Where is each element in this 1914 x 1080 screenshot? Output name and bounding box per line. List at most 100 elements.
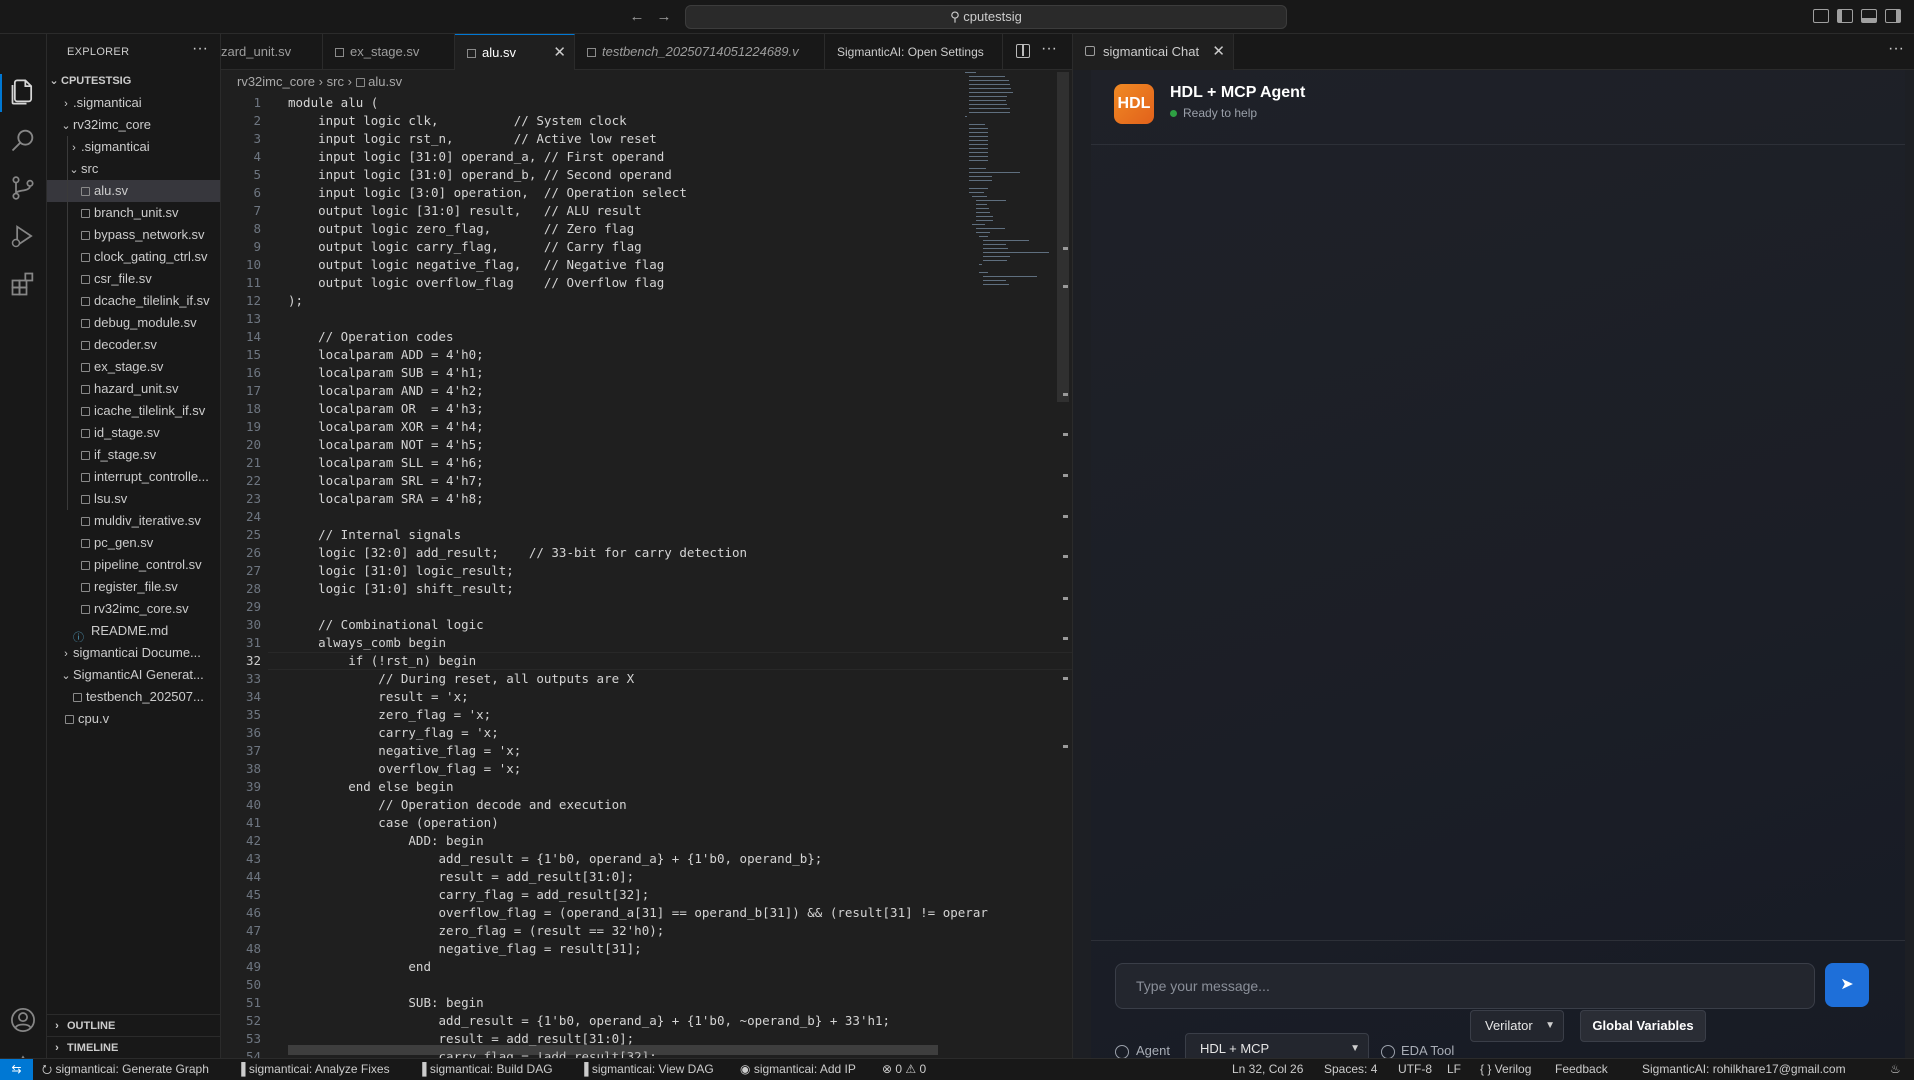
tree-item[interactable]: ⌄ SigmanticAI Generat...	[47, 664, 220, 686]
status-item[interactable]: ◉ sigmanticai: Add IP	[740, 1059, 856, 1080]
minimap[interactable]	[965, 72, 1061, 372]
minimap-line	[975, 212, 991, 213]
send-button[interactable]: ➤	[1825, 963, 1869, 1007]
tree-item[interactable]: pc_gen.sv	[47, 532, 220, 554]
global-variables-button[interactable]: Global Variables	[1580, 1010, 1706, 1042]
tree-item[interactable]: clock_gating_ctrl.sv	[47, 246, 220, 268]
code-text: carry_flag = add_result[32];	[288, 887, 650, 902]
tab-testbench[interactable]: testbench_20250714051224689.v	[575, 34, 825, 70]
tree-item[interactable]: ex_stage.sv	[47, 356, 220, 378]
vertical-scrollbar[interactable]	[1057, 72, 1069, 402]
tree-item[interactable]: debug_module.sv	[47, 312, 220, 334]
editor-more-actions-icon[interactable]: ···	[1041, 40, 1057, 58]
status-item[interactable]: SigmanticAI: rohilkhare17@gmail.com	[1642, 1059, 1846, 1080]
forward-arrow-icon[interactable]: →	[655, 8, 673, 26]
overview-ruler-mark	[1063, 285, 1068, 288]
code-line: 15 localparam ADD = 4'h0;	[221, 346, 1072, 364]
eda-tool-label: EDA Tool	[1401, 1043, 1455, 1058]
workspace-root[interactable]: ⌄ CPUTESTSIG	[47, 70, 220, 92]
explorer-more-actions-icon[interactable]: ···	[192, 40, 208, 58]
tree-item[interactable]: csr_file.sv	[47, 268, 220, 290]
status-item[interactable]: Spaces: 4	[1324, 1059, 1377, 1080]
toggle-secondary-sidebar-icon[interactable]	[1885, 9, 1901, 23]
tab-sigmanticai-chat[interactable]: sigmanticai Chat ✕	[1073, 34, 1234, 70]
outline-section[interactable]: › OUTLINE	[47, 1014, 220, 1036]
source-control-icon[interactable]	[9, 174, 37, 202]
tab-hazard-unit[interactable]: zard_unit.sv	[221, 34, 323, 70]
tree-item[interactable]: register_file.sv	[47, 576, 220, 598]
minimap-line	[968, 80, 1010, 81]
tree-item[interactable]: ⌄ rv32imc_core	[47, 114, 220, 136]
tab-alu[interactable]: alu.sv ✕	[455, 34, 575, 70]
breadcrumb-item[interactable]: alu.sv	[368, 74, 402, 89]
status-item[interactable]: Ln 32, Col 26	[1232, 1059, 1303, 1080]
status-item[interactable]: LF	[1447, 1059, 1461, 1080]
search-icon[interactable]	[9, 126, 37, 154]
breadcrumb-item[interactable]: rv32imc_core	[237, 74, 315, 89]
chat-more-actions-icon[interactable]: ···	[1888, 40, 1904, 58]
status-item[interactable]: Feedback	[1555, 1059, 1608, 1080]
code-line: 43 add_result = {1'b0, operand_a} + {1'b…	[221, 850, 1072, 868]
tree-item[interactable]: › .sigmanticai	[47, 136, 220, 158]
split-editor-icon[interactable]	[1016, 44, 1030, 58]
tree-item[interactable]: › .sigmanticai	[47, 92, 220, 114]
tree-item[interactable]: lsu.sv	[47, 488, 220, 510]
run-debug-icon[interactable]	[9, 222, 37, 250]
tree-item[interactable]: dcache_tilelink_if.sv	[47, 290, 220, 312]
status-item[interactable]: ▐ sigmanticai: Analyze Fixes	[237, 1059, 390, 1080]
close-tab-icon[interactable]: ✕	[553, 35, 566, 70]
toggle-sidebar-icon[interactable]	[1837, 9, 1853, 23]
chevron-right-icon: ›	[72, 142, 76, 154]
tab-ex-stage[interactable]: ex_stage.sv	[323, 34, 455, 70]
tree-item[interactable]: › sigmanticai Docume...	[47, 642, 220, 664]
tree-item[interactable]: pipeline_control.sv	[47, 554, 220, 576]
message-input[interactable]	[1115, 963, 1815, 1009]
code-text: end	[288, 959, 431, 974]
status-item-icon: ⭮	[42, 1062, 56, 1076]
status-item[interactable]: { } Verilog	[1480, 1059, 1531, 1080]
back-arrow-icon[interactable]: ←	[628, 8, 646, 26]
code-line: 13	[221, 310, 1072, 328]
tree-item[interactable]: bypass_network.sv	[47, 224, 220, 246]
status-item[interactable]: ⭮ sigmanticai: Generate Graph	[42, 1059, 209, 1080]
notifications-bell-icon[interactable]: ♨	[1890, 1059, 1901, 1080]
status-item[interactable]: ▐ sigmanticai: View DAG	[580, 1059, 714, 1080]
toggle-panel-icon[interactable]	[1861, 9, 1877, 23]
overview-ruler-mark	[1063, 677, 1068, 680]
account-icon[interactable]	[9, 1006, 37, 1034]
status-item[interactable]: ▐ sigmanticai: Build DAG	[418, 1059, 553, 1080]
tree-item[interactable]: interrupt_controlle...	[47, 466, 220, 488]
customize-layout-icon[interactable]	[1813, 9, 1829, 23]
tree-item[interactable]: muldiv_iterative.sv	[47, 510, 220, 532]
tree-item[interactable]: ⓘ README.md	[47, 620, 220, 642]
editor-tabs: zard_unit.sv ex_stage.sv alu.sv ✕ testbe…	[221, 34, 1072, 70]
breadcrumb-item[interactable]: src	[327, 74, 344, 89]
code-line: 37 negative_flag = 'x;	[221, 742, 1072, 760]
tree-item[interactable]: alu.sv	[47, 180, 220, 202]
minimap-line	[972, 196, 988, 197]
tree-item[interactable]: branch_unit.sv	[47, 202, 220, 224]
tree-item[interactable]: cpu.v	[47, 708, 220, 730]
tree-item[interactable]: decoder.sv	[47, 334, 220, 356]
tree-item[interactable]: icache_tilelink_if.sv	[47, 400, 220, 422]
tab-open-settings[interactable]: SigmanticAI: Open Settings	[825, 34, 1003, 70]
remote-indicator-icon[interactable]: ⇆	[0, 1059, 33, 1080]
minimap-line	[975, 228, 1006, 229]
eda-tool-select[interactable]: Verilator ▼	[1470, 1010, 1564, 1042]
command-center-search[interactable]: ⚲ cputestsig	[685, 5, 1287, 29]
tree-item[interactable]: hazard_unit.sv	[47, 378, 220, 400]
tree-item[interactable]: ⌄ src	[47, 158, 220, 180]
status-item[interactable]: UTF-8	[1398, 1059, 1432, 1080]
horizontal-scrollbar[interactable]	[288, 1045, 938, 1055]
close-tab-icon[interactable]: ✕	[1212, 34, 1225, 70]
status-item[interactable]: ⊗ 0 ⚠ 0	[882, 1059, 926, 1080]
tree-item[interactable]: id_stage.sv	[47, 422, 220, 444]
timeline-section[interactable]: › TIMELINE	[47, 1036, 220, 1058]
tree-item[interactable]: if_stage.sv	[47, 444, 220, 466]
explorer-icon[interactable]	[9, 78, 37, 106]
tree-item[interactable]: testbench_202507...	[47, 686, 220, 708]
code-text: always_comb begin	[288, 635, 447, 650]
extensions-icon[interactable]	[9, 270, 37, 298]
code-text: localparam SLL = 4'h6;	[288, 455, 484, 470]
tree-item[interactable]: rv32imc_core.sv	[47, 598, 220, 620]
